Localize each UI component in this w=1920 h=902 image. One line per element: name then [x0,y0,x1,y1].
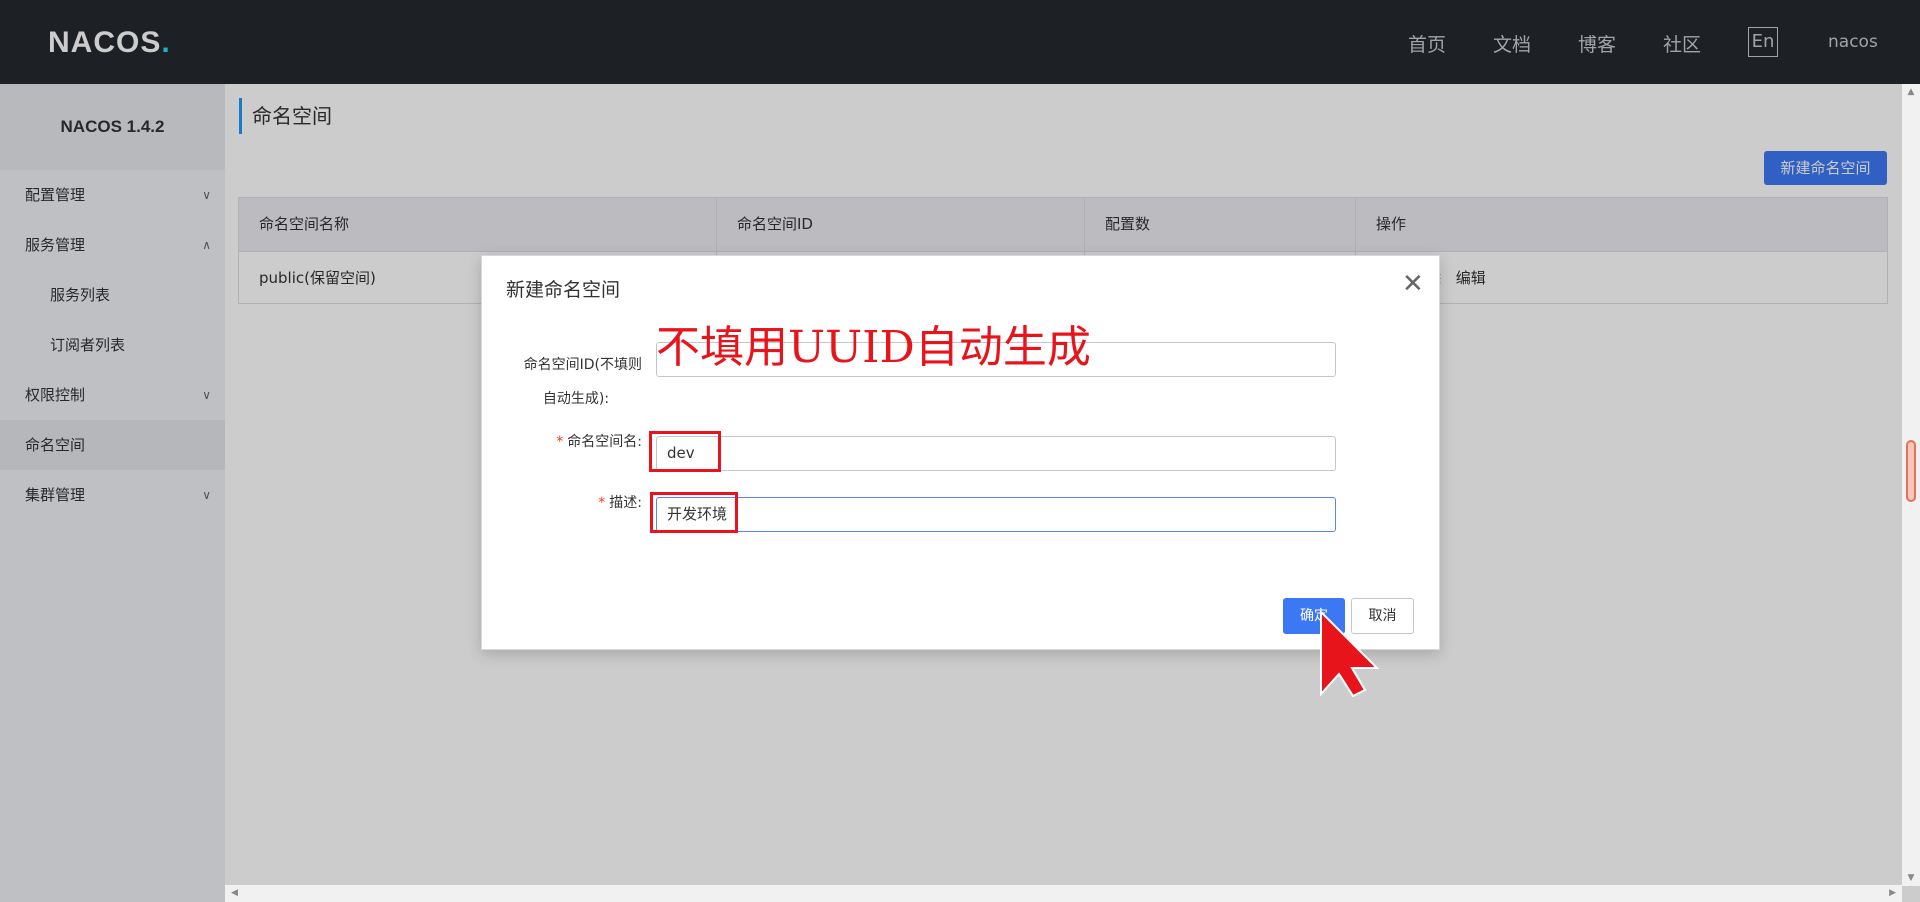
new-namespace-dialog: 新建命名空间 ✕ 命名空间ID(不填则 自动生成): 不填用UUID自动生成 *… [481,255,1440,650]
pointer-arrow-icon [1320,610,1380,698]
required-mark: * [598,495,606,511]
scroll-right-icon[interactable]: ▶ [1889,885,1896,902]
vertical-scrollbar[interactable]: ▲ ▼ [1902,84,1920,886]
horizontal-scrollbar[interactable]: ◀ ▶ [225,885,1902,902]
dialog-title: 新建命名空间 [506,279,621,301]
description-label-text: 描述: [609,495,642,511]
close-icon[interactable]: ✕ [1402,271,1424,297]
namespace-name-input[interactable]: dev [656,436,1336,471]
highlight-box [650,492,738,533]
namespace-id-label-line2: 自动生成): [542,391,610,407]
namespace-id-label: 命名空间ID(不填则 自动生成): [510,348,642,416]
scrollbar-thumb[interactable] [1906,440,1916,502]
namespace-name-label: * 命名空间名: [510,430,642,454]
description-label: * 描述: [510,491,642,515]
scroll-down-icon[interactable]: ▼ [1902,870,1920,886]
scroll-left-icon[interactable]: ◀ [231,885,238,902]
uuid-annotation: 不填用UUID自动生成 [656,322,1091,373]
description-input[interactable]: 开发环境 [656,497,1336,532]
highlight-box [649,431,721,472]
namespace-id-label-line1: 命名空间ID(不填则 [523,357,642,373]
scroll-up-icon[interactable]: ▲ [1902,84,1920,100]
namespace-name-label-text: 命名空间名: [567,434,642,450]
required-mark: * [556,434,564,450]
